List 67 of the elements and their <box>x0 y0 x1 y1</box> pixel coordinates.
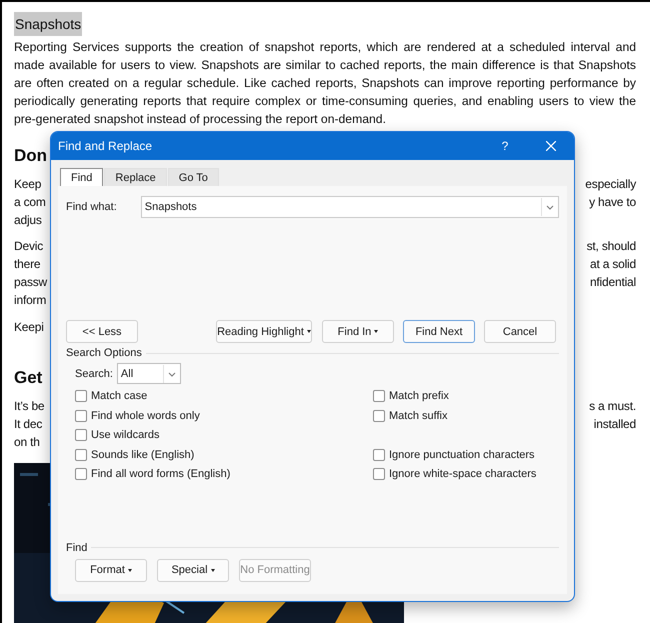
checkbox[interactable] <box>373 390 385 402</box>
text-fragment: Keep <box>14 176 42 193</box>
section-title: Find <box>66 542 88 554</box>
option-label: Match suffix <box>389 410 448 422</box>
text-fragment: on th <box>14 434 40 451</box>
section-title: Search Options <box>66 347 142 359</box>
option-label: Use wildcards <box>91 429 160 442</box>
paragraph-line: Reporting Services supports the creation of snapshot reports, which are rendered at a scheduled interval and <box>14 39 636 56</box>
text-fragment: especially <box>585 176 636 193</box>
heading-fragment: Don <box>14 146 48 166</box>
checkbox[interactable] <box>75 390 87 402</box>
paragraph-line: periodically generating reports that require complex or time-consuming queries, and enabling users to view the <box>14 93 636 110</box>
help-button[interactable]: ? <box>482 132 528 160</box>
find-what-field[interactable]: Snapshots <box>140 196 559 218</box>
text-fragment: st, should <box>586 238 636 256</box>
option-label: Ignore white-space characters <box>389 468 536 480</box>
caret-icon <box>374 330 378 333</box>
paragraph-line: are often created on a regular schedule. Like cached reports, Snapshots can improve reporting performance by <box>14 75 636 92</box>
caret-icon <box>306 330 311 333</box>
checkbox[interactable] <box>75 468 87 480</box>
heading-fragment: Get <box>14 368 42 388</box>
text-fragment: inform <box>14 292 46 309</box>
close-icon <box>546 141 556 151</box>
checkbox[interactable] <box>75 429 87 442</box>
text-fragment: It’s be <box>14 398 44 416</box>
caret-icon <box>128 568 132 572</box>
tab[interactable]: Find <box>60 168 104 186</box>
button[interactable]: Find Next <box>403 320 475 343</box>
button[interactable]: Cancel <box>484 320 556 343</box>
paragraph-line: pre-generated snapshot instead of processing the report on-demand. <box>14 111 387 128</box>
text-fragment: s a must. <box>589 398 636 416</box>
checkbox[interactable] <box>373 468 385 480</box>
text-fragment: It dec <box>14 416 42 434</box>
text-fragment: installed <box>594 416 636 434</box>
checkbox[interactable] <box>373 410 385 422</box>
window-title: Find and Replace <box>58 139 154 153</box>
option-label: Match prefix <box>389 390 449 402</box>
option-label: Find all word forms (English) <box>91 468 230 480</box>
option-label: Sounds like (English) <box>91 448 194 461</box>
text-fragment: y have to <box>589 194 636 211</box>
text-fragment: Devic <box>14 238 44 256</box>
text-fragment: passw <box>14 274 48 291</box>
menu-button[interactable]: Reading Highlight <box>216 320 312 343</box>
menu-button[interactable]: Special <box>157 558 229 582</box>
option-label: Match case <box>91 390 148 402</box>
caret-icon <box>210 568 215 572</box>
checkbox[interactable] <box>75 448 87 461</box>
checkbox[interactable] <box>373 448 385 461</box>
option-label: Find whole words only <box>91 410 200 422</box>
field-label: Find what: <box>66 201 117 213</box>
document-title: Snapshots <box>14 12 82 36</box>
text-fragment: at a solid <box>590 256 636 274</box>
text-fragment: there <box>14 256 40 274</box>
menu-button[interactable]: Find In <box>322 320 394 343</box>
button[interactable]: << Less <box>66 320 138 343</box>
paragraph-line: made available for users to view. Snapshots are similar to cached reports, the main difference is that Snapshots <box>14 57 636 74</box>
menu-button[interactable]: Format <box>75 558 147 582</box>
field-label: Search: <box>75 368 113 380</box>
tab[interactable]: Go To <box>168 168 219 186</box>
text-fragment: adjus <box>14 212 42 229</box>
text-fragment: Keepi <box>14 318 44 336</box>
text-fragment: nfidential <box>590 274 636 291</box>
text-fragment: a com <box>14 194 46 211</box>
option-label: Ignore punctuation characters <box>389 448 535 461</box>
search-dropdown[interactable]: All <box>116 363 181 384</box>
tab[interactable]: Replace <box>104 168 167 186</box>
checkbox[interactable] <box>75 410 87 422</box>
